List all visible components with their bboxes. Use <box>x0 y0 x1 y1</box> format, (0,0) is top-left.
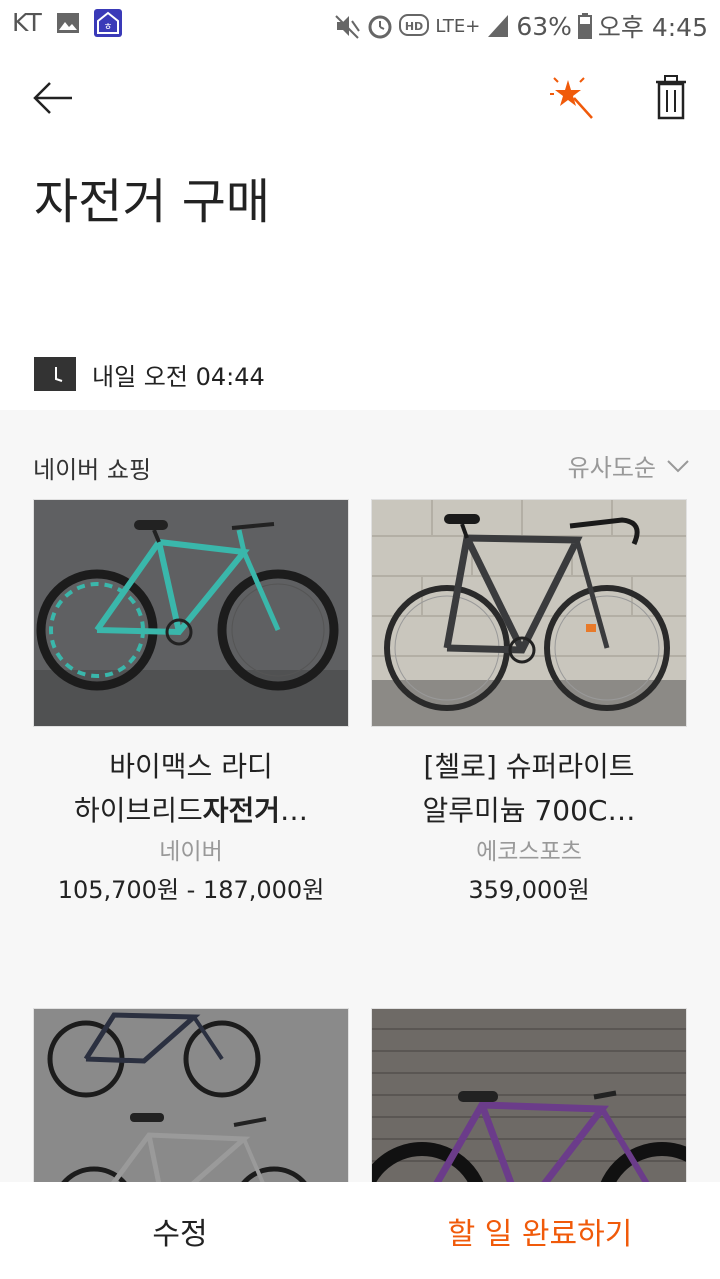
reminder-time: 내일 오전 04:44 <box>92 362 265 391</box>
back-button[interactable] <box>30 76 78 120</box>
product-title-line1: 바이맥스 라디 <box>109 750 273 783</box>
complete-task-button[interactable]: 할 일 완료하기 <box>360 1182 720 1279</box>
product-image <box>33 499 349 727</box>
product-price: 359,000원 <box>468 876 590 904</box>
clock-icon <box>34 357 76 391</box>
sort-dropdown[interactable]: 유사도순 <box>568 448 690 483</box>
chevron-down-icon <box>667 459 689 472</box>
page-title[interactable]: 자전거 구매 <box>34 162 270 232</box>
magic-wand-icon <box>550 77 593 119</box>
product-title-line2: 알루미늄 700C… <box>371 789 687 833</box>
bottom-action-bar: 수정 할 일 완료하기 <box>0 1182 720 1279</box>
home-app-icon: ㅎ <box>93 8 122 37</box>
product-title-line2-suffix: … <box>607 794 636 827</box>
trash-icon <box>656 75 686 120</box>
edit-button[interactable]: 수정 <box>0 1182 360 1279</box>
image-icon <box>56 12 79 33</box>
product-price: 105,700원 - 187,000원 <box>57 876 325 904</box>
product-title-line2-prefix: 알루미늄 700C <box>422 794 608 827</box>
product-card[interactable]: 바이맥스 라디 하이브리드자전거… 네이버 105,700원 - 187,000… <box>33 499 349 909</box>
product-title: 바이맥스 라디 하이브리드자전거… <box>33 745 349 833</box>
svg-text:HD: HD <box>405 20 423 33</box>
alarm-icon <box>368 15 392 39</box>
product-title-line2-prefix: 하이브리드 <box>73 794 203 827</box>
mute-icon <box>335 15 361 39</box>
clock-time: 오후 4:45 <box>597 13 708 42</box>
product-title-line2-suffix: … <box>280 794 309 827</box>
status-bar: KT ㅎ HD LTE+ 63% 오후 4:45 <box>0 0 720 52</box>
product-title-line1: [첼로] 슈퍼라이트 <box>423 750 635 783</box>
product-seller: 네이버 <box>159 839 223 865</box>
product-seller: 에코스포츠 <box>476 839 582 865</box>
shopping-source-label: 네이버 쇼핑 <box>33 456 152 484</box>
svg-text:ㅎ: ㅎ <box>103 22 112 33</box>
back-arrow-icon <box>33 82 72 114</box>
sort-label: 유사도순 <box>567 454 656 482</box>
battery-icon <box>577 13 592 39</box>
product-title-keyword: 자전거 <box>202 794 281 827</box>
magic-button[interactable] <box>546 72 598 124</box>
battery-percent: 63% <box>516 11 572 41</box>
product-title: [첼로] 슈퍼라이트 알루미늄 700C… <box>371 745 687 833</box>
product-card[interactable]: [첼로] 슈퍼라이트 알루미늄 700C… 에코스포츠 359,000원 <box>371 499 687 909</box>
signal-icon <box>488 15 509 37</box>
product-image <box>371 499 687 727</box>
shopping-section: 네이버 쇼핑 유사도순 바이맥스 라디 하이브리드자전거… 네이버 105,70… <box>0 410 720 1279</box>
reminder-row[interactable]: 내일 오전 04:44 <box>34 356 265 392</box>
hd-voice-icon: HD <box>399 14 430 36</box>
product-title-line2: 하이브리드자전거… <box>33 789 349 833</box>
carrier-label: KT <box>12 8 42 37</box>
delete-button[interactable] <box>648 74 694 122</box>
network-label: LTE+ <box>435 15 481 37</box>
